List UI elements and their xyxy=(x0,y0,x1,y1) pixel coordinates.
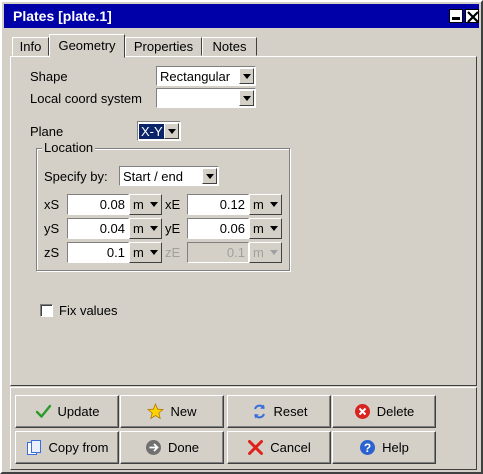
ye-label: yE xyxy=(165,221,181,236)
cancel-label: Cancel xyxy=(270,440,311,455)
tab-properties[interactable]: Properties xyxy=(125,37,202,56)
chevron-down-icon xyxy=(268,243,281,262)
button-bar: Update New Reset Delete Copy from Done C… xyxy=(10,387,477,470)
ys-unit-select[interactable]: m xyxy=(129,218,162,239)
chevron-down-icon[interactable] xyxy=(202,168,217,184)
plane-select[interactable]: X-Y xyxy=(137,121,181,141)
ye-unit: m xyxy=(253,221,264,236)
delete-button[interactable]: Delete xyxy=(332,395,436,428)
reset-label: Reset xyxy=(273,404,308,419)
delete-label: Delete xyxy=(376,404,415,419)
zs-unit-select[interactable]: m xyxy=(129,242,162,263)
reset-arrows-icon xyxy=(251,403,268,420)
xs-unit-select[interactable]: m xyxy=(129,194,162,215)
local-coord-label: Local coord system xyxy=(30,91,142,106)
chevron-down-icon xyxy=(148,243,161,262)
help-label: Help xyxy=(382,440,409,455)
ze-unit: m xyxy=(253,245,264,260)
update-label: Update xyxy=(57,404,100,419)
local-coord-select[interactable] xyxy=(156,88,256,108)
copy-from-label: Copy from xyxy=(48,440,109,455)
chevron-down-icon xyxy=(148,219,161,238)
close-icon[interactable] xyxy=(465,9,479,23)
checkmark-icon xyxy=(35,403,52,420)
xs-unit: m xyxy=(133,197,144,212)
svg-text:?: ? xyxy=(364,441,371,455)
ye-input[interactable]: 0.06 xyxy=(187,218,249,239)
shape-value: Rectangular xyxy=(160,69,231,84)
ze-label: zE xyxy=(165,245,181,260)
ze-unit-select: m xyxy=(249,242,282,263)
tab-notes[interactable]: Notes xyxy=(202,37,257,56)
xe-input[interactable]: 0.12 xyxy=(187,194,249,215)
new-button[interactable]: New xyxy=(120,395,224,428)
fix-values-checkbox[interactable] xyxy=(40,304,53,317)
xe-unit: m xyxy=(253,197,264,212)
window-title: Plates [plate.1] xyxy=(13,8,112,24)
chevron-down-icon xyxy=(268,195,281,214)
fix-values-label[interactable]: Fix values xyxy=(59,303,118,318)
tab-info[interactable]: Info xyxy=(12,37,49,56)
xs-label: xS xyxy=(44,197,60,212)
ys-input[interactable]: 0.04 xyxy=(67,218,129,239)
zs-label: zS xyxy=(44,245,60,260)
ys-unit: m xyxy=(133,221,144,236)
geometry-panel: Shape Rectangular Local coord system Pla… xyxy=(10,56,477,386)
location-group: Location Specify by: Start / end xS 0.08… xyxy=(36,140,290,271)
cancel-button[interactable]: Cancel xyxy=(227,431,331,464)
specify-by-value: Start / end xyxy=(123,169,183,184)
plates-dialog: Plates [plate.1] Info Geometry Propertie… xyxy=(0,0,483,474)
specify-by-label: Specify by: xyxy=(44,169,108,184)
help-icon: ? xyxy=(359,439,376,456)
xs-input[interactable]: 0.08 xyxy=(67,194,129,215)
xe-label: xE xyxy=(165,197,181,212)
shape-label: Shape xyxy=(30,69,68,84)
star-icon xyxy=(147,403,165,420)
location-title: Location xyxy=(42,140,96,155)
chevron-down-icon[interactable] xyxy=(164,123,179,139)
ye-unit-select[interactable]: m xyxy=(249,218,282,239)
ze-input: 0.1 xyxy=(187,242,249,263)
copy-icon xyxy=(26,439,43,456)
specify-by-select[interactable]: Start / end xyxy=(119,166,219,186)
done-button[interactable]: Done xyxy=(120,431,224,464)
xe-unit-select[interactable]: m xyxy=(249,194,282,215)
update-button[interactable]: Update xyxy=(15,395,119,428)
minimize-icon[interactable] xyxy=(449,9,463,23)
plane-value: X-Y xyxy=(139,124,165,139)
zs-input[interactable]: 0.1 xyxy=(67,242,129,263)
chevron-down-icon[interactable] xyxy=(239,68,254,84)
copy-from-button[interactable]: Copy from xyxy=(15,431,119,464)
title-bar[interactable]: Plates [plate.1] xyxy=(4,4,479,28)
cross-icon xyxy=(247,439,264,456)
done-label: Done xyxy=(167,440,200,455)
chevron-down-icon[interactable] xyxy=(239,90,254,106)
chevron-down-icon xyxy=(268,219,281,238)
zs-unit: m xyxy=(133,245,144,260)
chevron-down-icon xyxy=(148,195,161,214)
reset-button[interactable]: Reset xyxy=(227,395,331,428)
plane-label: Plane xyxy=(30,124,64,139)
done-icon xyxy=(145,439,162,456)
delete-icon xyxy=(354,403,371,420)
new-label: New xyxy=(170,404,197,419)
shape-select[interactable]: Rectangular xyxy=(156,66,256,86)
tab-geometry[interactable]: Geometry xyxy=(49,34,125,58)
ys-label: yS xyxy=(44,221,60,236)
help-button[interactable]: ? Help xyxy=(332,431,436,464)
